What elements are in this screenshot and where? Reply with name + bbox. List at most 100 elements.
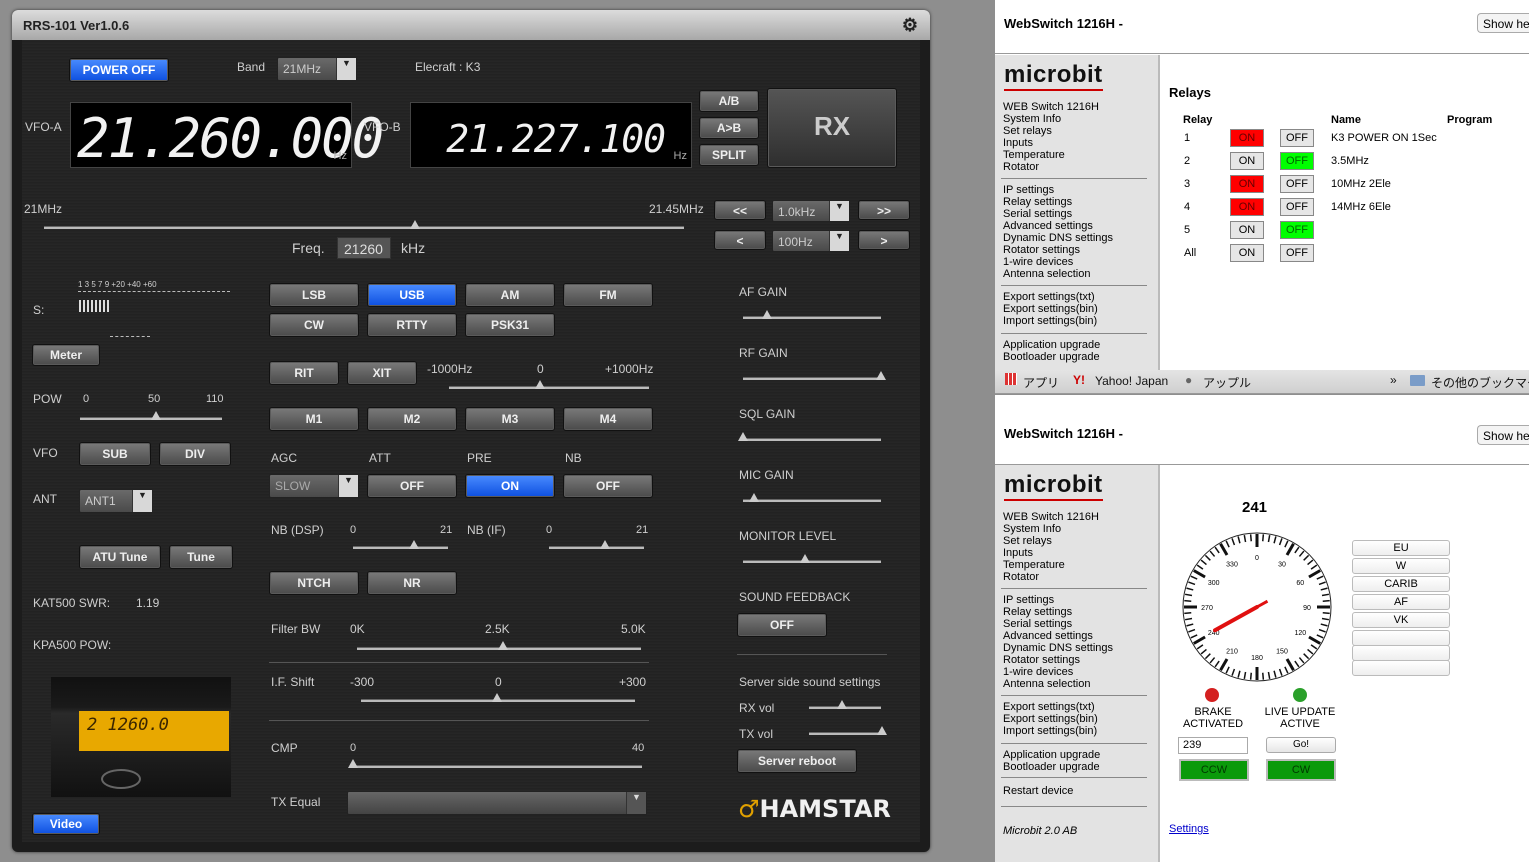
menu-item[interactable]: System Info — [1003, 113, 1099, 125]
xit-button[interactable]: XIT — [347, 361, 417, 385]
relay-4-off-button[interactable]: OFF — [1280, 198, 1314, 216]
location-w-button[interactable]: W — [1352, 558, 1450, 574]
ccw-button[interactable]: CCW — [1179, 759, 1249, 781]
mode-am-button[interactable]: AM — [465, 283, 555, 307]
tune-button[interactable]: Tune — [169, 545, 233, 569]
menu-item[interactable]: Export settings(txt) — [1003, 701, 1098, 713]
menu-item[interactable]: Antenna selection — [1003, 268, 1113, 280]
location-eu-button[interactable]: EU — [1352, 540, 1450, 556]
menu-item[interactable]: Set relays — [1003, 535, 1099, 547]
freq-input[interactable]: 21260 — [337, 237, 391, 259]
relay-3-off-button[interactable]: OFF — [1280, 175, 1314, 193]
monitor-level-slider[interactable] — [743, 560, 881, 563]
menu-item[interactable]: WEB Switch 1216H — [1003, 511, 1099, 523]
rf-gain-slider-thumb[interactable] — [876, 371, 886, 380]
step-up-button[interactable]: > — [858, 230, 910, 250]
menu-item[interactable]: Rotator settings — [1003, 654, 1113, 666]
location-carib-button[interactable]: CARIB — [1352, 576, 1450, 592]
location-af-button[interactable]: AF — [1352, 594, 1450, 610]
menu-item[interactable]: System Info — [1003, 523, 1099, 535]
menu-item[interactable]: 1-wire devices — [1003, 256, 1113, 268]
mode-lsb-button[interactable]: LSB — [269, 283, 359, 307]
menu-item[interactable]: Bootloader upgrade — [1003, 761, 1100, 773]
rit-button[interactable]: RIT — [269, 361, 339, 385]
location-empty-button[interactable] — [1352, 645, 1450, 661]
notch-button[interactable]: NTCH — [269, 571, 359, 595]
relay-5-off-button[interactable]: OFF — [1280, 221, 1314, 239]
target-bearing-input[interactable]: 239 — [1178, 737, 1248, 754]
split-button[interactable]: SPLIT — [699, 144, 759, 166]
menu-item[interactable]: Export settings(txt) — [1003, 291, 1098, 303]
pow-slider-thumb[interactable] — [151, 411, 161, 420]
sound-feedback-toggle[interactable]: OFF — [737, 613, 827, 637]
video-button[interactable]: Video — [32, 813, 100, 835]
pre-toggle[interactable]: ON — [465, 474, 555, 498]
vfo-b-display[interactable]: 21.227.100 Hz — [410, 102, 692, 168]
sql-gain-slider-thumb[interactable] — [738, 432, 748, 441]
menu-item[interactable]: Export settings(bin) — [1003, 303, 1098, 315]
menu-item[interactable]: Advanced settings — [1003, 630, 1113, 642]
filter-bw-slider-thumb[interactable] — [498, 641, 508, 650]
menu-item[interactable]: Export settings(bin) — [1003, 713, 1098, 725]
af-gain-slider-thumb[interactable] — [762, 310, 772, 319]
bookmark-apps[interactable]: アプリ — [1023, 374, 1059, 391]
fast-up-button[interactable]: >> — [858, 200, 910, 220]
nr-button[interactable]: NR — [367, 571, 457, 595]
bookmark-more[interactable]: » — [1390, 373, 1397, 387]
monitor-level-slider-thumb[interactable] — [800, 554, 810, 563]
memory-m1-button[interactable]: M1 — [269, 407, 359, 431]
if-shift-slider-thumb[interactable] — [492, 693, 502, 702]
server-reboot-button[interactable]: Server reboot — [737, 749, 857, 773]
fine-step-select[interactable]: 100Hz ▼ — [772, 230, 850, 252]
rit-slider[interactable] — [449, 386, 649, 389]
ws-bottom-show-button[interactable]: Show he — [1477, 425, 1529, 445]
menu-item[interactable]: Import settings(bin) — [1003, 725, 1098, 737]
location-vk-button[interactable]: VK — [1352, 612, 1450, 628]
mic-gain-slider-thumb[interactable] — [749, 493, 759, 502]
menu-item[interactable]: Temperature — [1003, 149, 1099, 161]
ws-top-show-button[interactable]: Show he — [1477, 13, 1529, 33]
mode-cw-button[interactable]: CW — [269, 313, 359, 337]
div-button[interactable]: DIV — [159, 442, 231, 466]
fast-down-button[interactable]: << — [714, 200, 766, 220]
tx-vol-slider-thumb[interactable] — [877, 726, 887, 735]
nb-if-slider[interactable] — [549, 546, 644, 549]
nb-dsp-slider-thumb[interactable] — [409, 540, 419, 549]
settings-link[interactable]: Settings — [1169, 823, 1209, 835]
rx-button[interactable]: RX — [767, 88, 897, 168]
menu-item[interactable]: Import settings(bin) — [1003, 315, 1098, 327]
coarse-step-select[interactable]: 1.0kHz ▼ — [772, 200, 850, 222]
menu-item[interactable]: Application upgrade — [1003, 749, 1100, 761]
a-to-b-button[interactable]: A>B — [699, 117, 759, 139]
relay-5-on-button[interactable]: ON — [1230, 221, 1264, 239]
menu-item[interactable]: Rotator settings — [1003, 244, 1113, 256]
power-off-button[interactable]: POWER OFF — [69, 58, 169, 82]
tx-equal-select[interactable]: ▼ — [347, 791, 647, 815]
frequency-scale-thumb[interactable] — [410, 220, 420, 229]
step-down-button[interactable]: < — [714, 230, 766, 250]
menu-item[interactable]: WEB Switch 1216H — [1003, 101, 1099, 113]
relay-4-on-button[interactable]: ON — [1230, 198, 1264, 216]
agc-select[interactable]: SLOW ▼ — [269, 474, 359, 498]
location-empty-button[interactable] — [1352, 630, 1450, 646]
menu-item[interactable]: Inputs — [1003, 137, 1099, 149]
cmp-slider-thumb[interactable] — [348, 759, 358, 768]
memory-m4-button[interactable]: M4 — [563, 407, 653, 431]
cw-button[interactable]: CW — [1266, 759, 1336, 781]
menu-item[interactable]: IP settings — [1003, 594, 1113, 606]
menu-item[interactable]: Temperature — [1003, 559, 1099, 571]
menu-item[interactable]: 1-wire devices — [1003, 666, 1113, 678]
menu-item[interactable]: Serial settings — [1003, 208, 1113, 220]
relay-all-on-button[interactable]: ON — [1230, 244, 1264, 262]
vfo-a-display[interactable]: 21.260.000 Hz — [70, 102, 384, 170]
relay-2-on-button[interactable]: ON — [1230, 152, 1264, 170]
menu-item[interactable]: Relay settings — [1003, 196, 1113, 208]
mode-usb-button[interactable]: USB — [367, 283, 457, 307]
menu-item[interactable]: Rotator — [1003, 571, 1099, 583]
bookmark-other[interactable]: その他のブックマー — [1431, 374, 1529, 391]
mode-rtty-button[interactable]: RTTY — [367, 313, 457, 337]
menu-item[interactable]: Dynamic DNS settings — [1003, 232, 1113, 244]
gear-icon[interactable]: ⚙ — [902, 15, 918, 36]
menu-item[interactable]: Inputs — [1003, 547, 1099, 559]
sql-gain-slider[interactable] — [743, 438, 881, 441]
